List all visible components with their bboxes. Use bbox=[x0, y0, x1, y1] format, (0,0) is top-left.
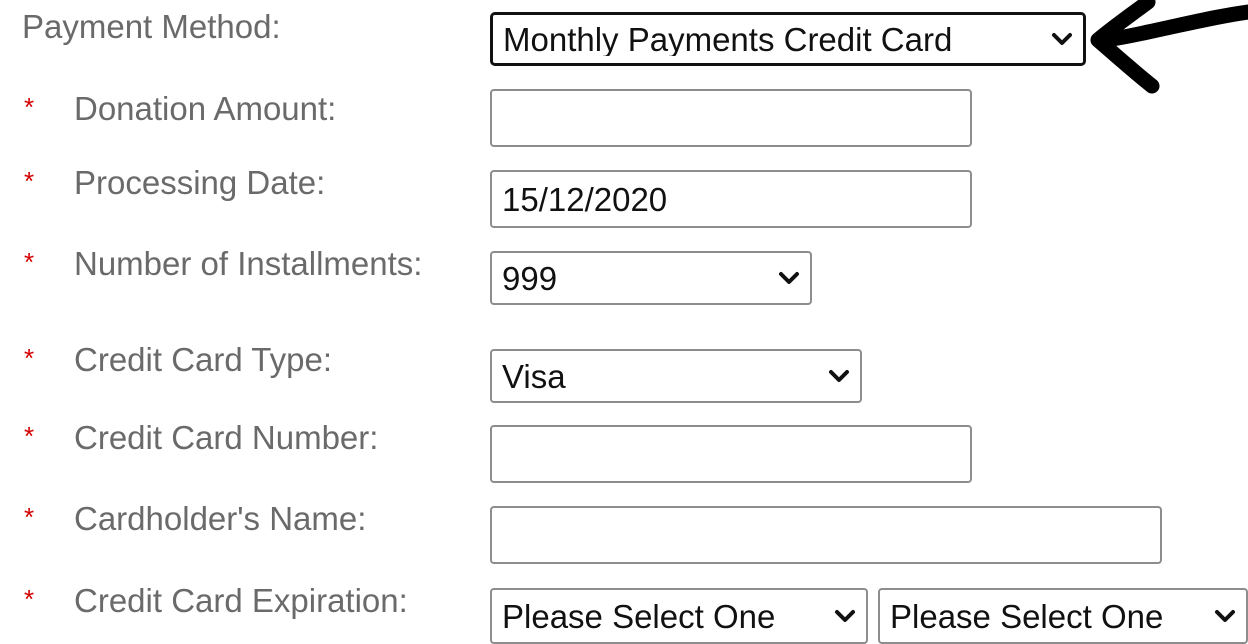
chevron-down-icon bbox=[779, 272, 799, 284]
required-marker: * bbox=[24, 247, 35, 277]
installments-value: 999 bbox=[502, 261, 558, 295]
card-type-select[interactable]: Visa bbox=[490, 349, 862, 403]
hand-drawn-arrow-icon bbox=[1090, 0, 1248, 94]
processing-date-input[interactable]: 15/12/2020 bbox=[490, 170, 972, 228]
required-marker: * bbox=[24, 421, 35, 451]
installments-select[interactable]: 999 bbox=[490, 251, 812, 305]
chevron-down-icon bbox=[829, 370, 849, 382]
chevron-down-icon bbox=[1215, 610, 1235, 622]
cardholder-name-label: Cardholder's Name: bbox=[74, 500, 367, 537]
installments-label: Number of Installments: bbox=[74, 245, 423, 282]
donation-amount-input[interactable] bbox=[490, 89, 972, 147]
expiration-label: Credit Card Expiration: bbox=[74, 582, 408, 619]
required-marker: * bbox=[24, 92, 35, 122]
required-marker: * bbox=[24, 502, 35, 532]
card-type-label: Credit Card Type: bbox=[74, 341, 333, 378]
processing-date-value: 15/12/2020 bbox=[502, 180, 668, 218]
expiration-year-value: Please Select One bbox=[890, 599, 1164, 633]
card-type-value: Visa bbox=[502, 359, 566, 393]
payment-method-label: Payment Method: bbox=[22, 8, 281, 45]
expiration-year-select[interactable]: Please Select One bbox=[878, 588, 1248, 644]
chevron-down-icon bbox=[835, 610, 855, 622]
donation-amount-label: Donation Amount: bbox=[74, 90, 337, 127]
payment-method-value: Monthly Payments Credit Card bbox=[503, 22, 953, 56]
required-marker: * bbox=[24, 166, 35, 196]
payment-method-select[interactable]: Monthly Payments Credit Card bbox=[490, 12, 1086, 66]
expiration-month-select[interactable]: Please Select One bbox=[490, 588, 868, 644]
processing-date-label: Processing Date: bbox=[74, 164, 326, 201]
cardholder-name-input[interactable] bbox=[490, 506, 1162, 564]
expiration-month-value: Please Select One bbox=[502, 599, 776, 633]
chevron-down-icon bbox=[1052, 33, 1072, 45]
card-number-label: Credit Card Number: bbox=[74, 419, 379, 456]
required-marker: * bbox=[24, 343, 35, 373]
card-number-input[interactable] bbox=[490, 425, 972, 483]
required-marker: * bbox=[24, 584, 35, 614]
